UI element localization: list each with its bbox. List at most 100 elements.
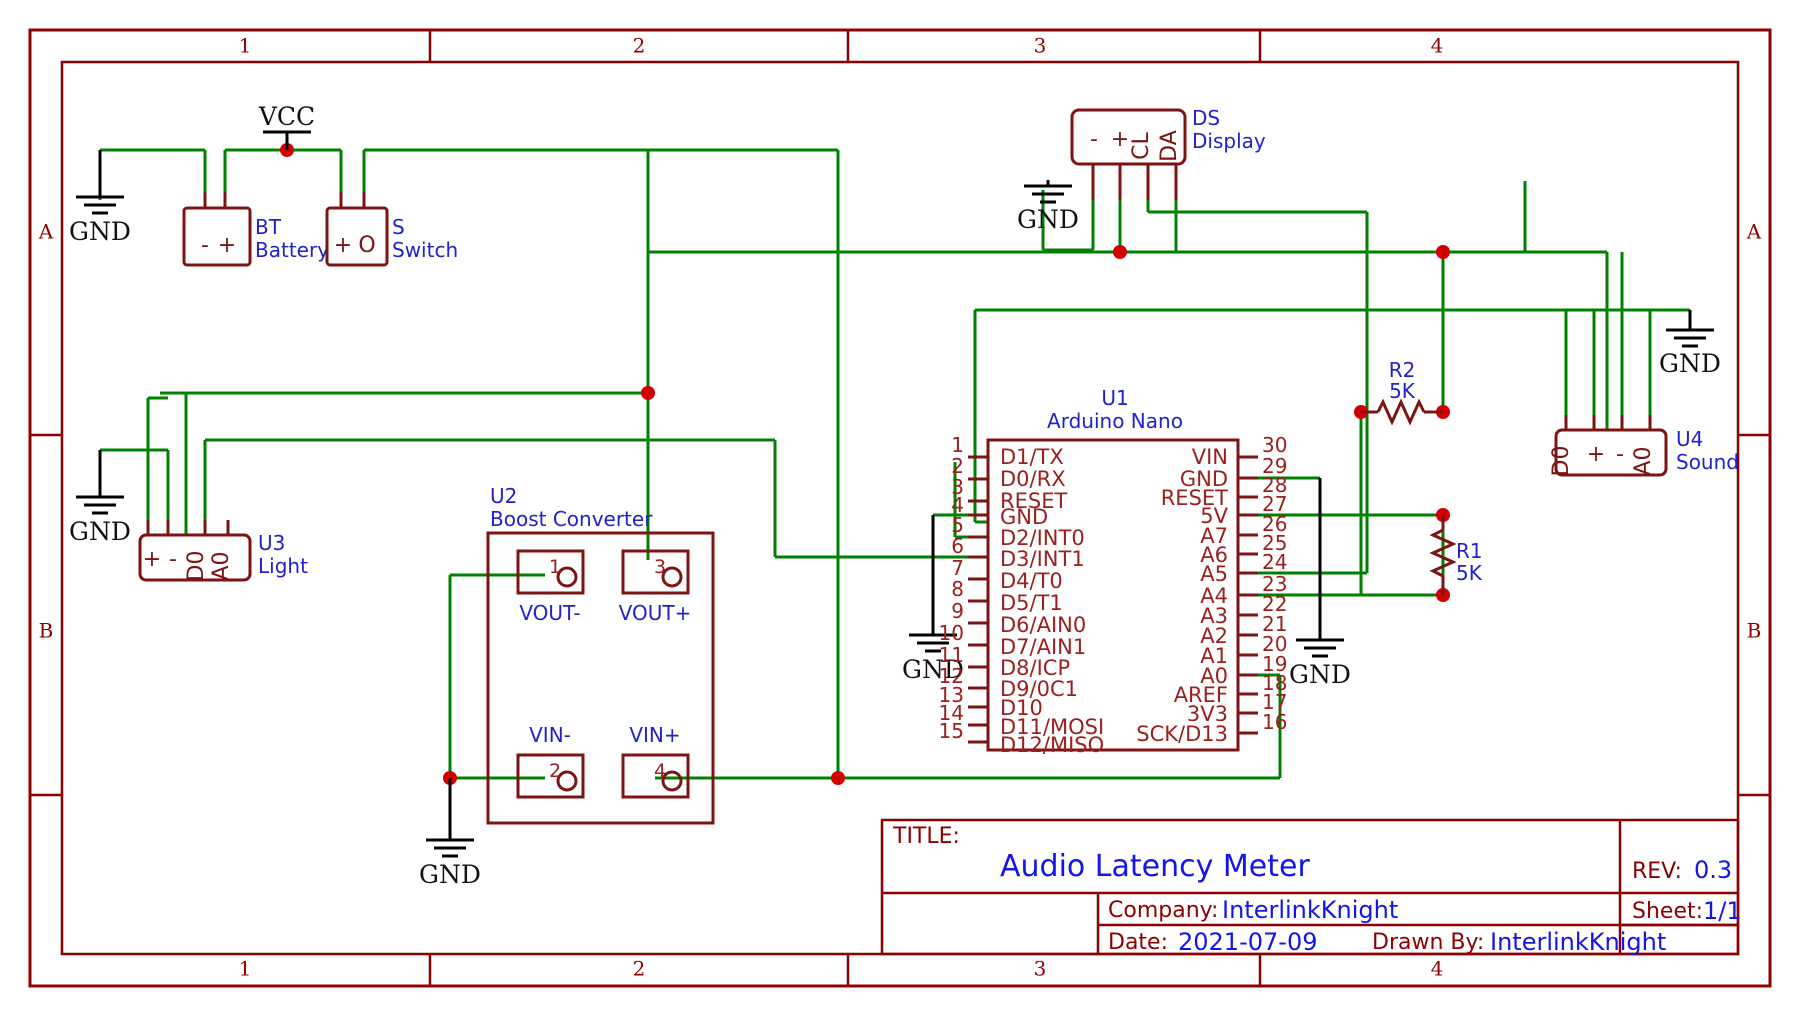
u1-pinname: D4/T0 [1000,569,1063,593]
u2-pad-label: VIN- [529,723,571,747]
component-ds-display[interactable]: - + CL DA DS Display [1070,106,1266,200]
gnd-label: GND [1659,349,1721,378]
component-bt-battery[interactable]: - + BT Battery [182,192,329,267]
drawn-by-label: Drawn By: [1372,930,1484,955]
r1-ref: R1 [1456,539,1483,563]
s-pin-plus: + [334,233,352,258]
u3-pin-minus: - [169,547,177,572]
s-pin-o: O [358,233,375,258]
component-u3-light[interactable]: + - D0 A0 U3 Light [138,520,308,582]
u4-pin-d0: D0 [1549,446,1574,477]
zone-bottom-3: 3 [1034,957,1047,981]
zone-labels-bottom: 1 2 3 4 [239,957,1444,981]
sheet-number: 1/1 [1703,897,1742,925]
component-s-switch[interactable]: + O S Switch [325,192,458,267]
gnd-label: GND [419,860,481,889]
u1-pinnum: 10 [939,621,964,645]
zone-labels-left: A B [38,220,54,643]
ds-ref: DS [1192,106,1220,130]
component-u4-sound[interactable]: D0 + - A0 U4 Sound [1549,415,1739,477]
company-label: Company: [1108,898,1218,923]
drawn-by-value: InterlinkKnight [1490,928,1666,956]
u3-name: Light [258,554,308,578]
r2-value: 5K [1389,379,1416,403]
rev-label: REV: [1632,859,1682,884]
u1-pinnum: 8 [951,577,964,601]
title-block: TITLE: Audio Latency Meter REV: 0.3 Comp… [880,818,1742,956]
junction-r2-right-top [1436,245,1450,259]
gnd-symbol-light: GND [69,450,131,546]
ds-pin-cl: CL [1129,131,1154,159]
component-r2-resistor[interactable]: R2 5K [1361,358,1443,426]
title-label: TITLE: [892,824,960,849]
zone-top-2: 2 [633,34,646,58]
u1-name: Arduino Nano [1047,409,1183,433]
gnd-label: GND [1289,660,1351,689]
gnd-symbol-battery: GND [69,150,131,246]
u3-pin-plus: + [143,547,161,572]
junction-bottom-rail [831,771,845,785]
u3-pin-a0: A0 [209,551,234,580]
ds-pin-plus: + [1111,127,1129,152]
u1-left-pin-leads [968,455,988,744]
gnd-label: GND [1017,205,1079,234]
u1-pinnum: 6 [951,534,964,558]
zone-left-b: B [39,619,54,643]
u1-pinname: D12/MISO [1000,733,1104,757]
zone-left-a: A [38,220,54,244]
bt-name: Battery [255,238,329,262]
zone-right-b: B [1747,619,1762,643]
u2-pad-label: VOUT- [519,601,580,625]
u4-pin-a0: A0 [1631,446,1656,475]
component-u1-arduino-nano[interactable]: U1 Arduino Nano 1 2 3 4 5 6 7 8 9 10 11 … [939,386,1288,757]
gnd-symbol-boost: GND [419,778,481,889]
u3-pin-d0: D0 [184,551,209,582]
date-value: 2021-07-09 [1178,928,1317,956]
company-value: InterlinkKnight [1222,896,1398,924]
u2-pad-label: VIN+ [629,723,680,747]
zone-top-3: 3 [1034,34,1047,58]
u2-pad-num: 2 [549,760,561,782]
u1-pinname: D6/AIN0 [1000,613,1086,637]
component-r1-resistor[interactable]: R1 5K [1429,515,1483,595]
u1-ref: U1 [1101,386,1128,410]
wire-network [98,135,1692,780]
zone-labels-top: 1 2 3 4 [239,34,1444,58]
u2-pad-num: 3 [654,556,666,578]
u2-name: Boost Converter [490,507,653,531]
zone-right-a: A [1746,220,1762,244]
u1-pinnum: 16 [1262,710,1287,734]
u1-pinnum: 9 [951,599,964,623]
bt-pin-minus: - [201,233,209,258]
u4-pin-plus: + [1587,442,1605,467]
junction-mid-left [641,386,655,400]
schematic-sheet: 1 2 3 4 1 2 3 4 A B A B GND GND GND GND … [0,0,1800,1016]
gnd-label: GND [69,517,131,546]
component-u2-boost-converter[interactable]: U2 Boost Converter 1 VOUT- 3 VOUT+ 2 VIN… [486,484,715,825]
sheet-label: Sheet: [1632,899,1703,924]
u1-pinnum: 24 [1262,550,1287,574]
u1-left-pin-names: D1/TX D0/RX RESET GND D2/INT0 D3/INT1 D4… [1000,445,1104,757]
schematic-canvas: 1 2 3 4 1 2 3 4 A B A B GND GND GND GND … [28,28,1772,988]
s-name: Switch [392,238,458,262]
u2-ref: U2 [490,484,517,508]
u4-pin-minus: - [1616,442,1624,467]
zone-labels-right: A B [1746,220,1762,643]
u3-ref: U3 [258,531,285,555]
bt-ref: BT [255,215,282,239]
zone-bottom-4: 4 [1431,957,1444,981]
u1-pinname: A5 [1200,562,1228,586]
r1-value: 5K [1456,561,1483,585]
bt-pin-plus: + [218,233,236,258]
sheet-title: Audio Latency Meter [1000,849,1310,884]
u1-pinname: D1/TX [1000,445,1064,469]
u1-right-pin-numbers: 30 29 28 27 26 25 24 23 22 21 20 19 18 1… [1262,433,1287,734]
u4-ref: U4 [1676,427,1703,451]
ds-pin-da: DA [1157,130,1182,162]
u2-pad-label: VOUT+ [619,601,692,625]
u1-pinname: D3/INT1 [1000,547,1085,571]
vcc-label: VCC [258,102,315,131]
u2-pad-num: 4 [654,760,666,782]
s-ref: S [392,215,405,239]
u1-right-pin-leads [1238,455,1258,735]
